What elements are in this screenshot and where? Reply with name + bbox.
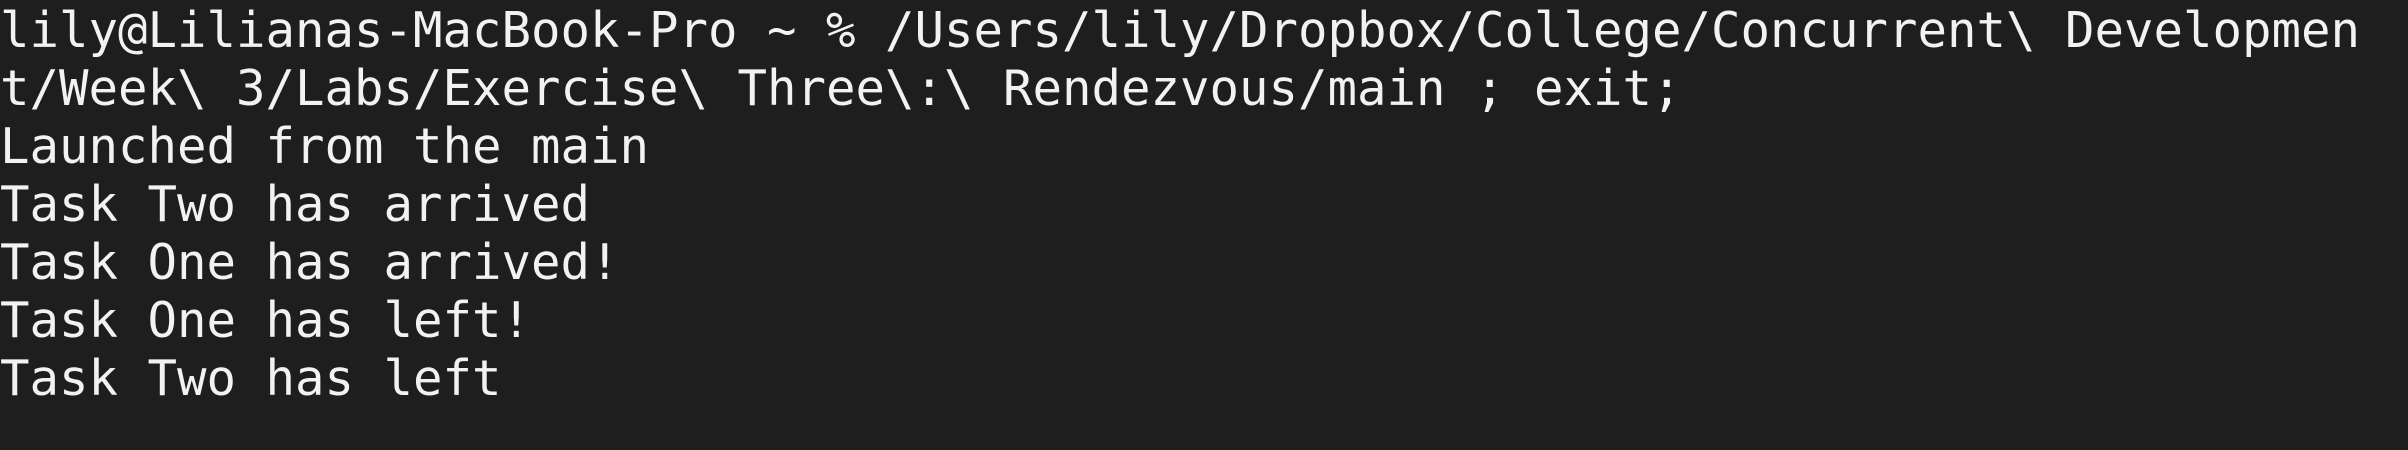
- output-line-task-one-arrived: Task One has arrived!: [0, 234, 620, 291]
- terminal-output[interactable]: lily@Lilianas-MacBook-Pro ~ % /Users/lil…: [0, 0, 2408, 450]
- command-line-part-2: t/Week\ 3/Labs/Exercise\ Three\:\ Rendez…: [0, 60, 1682, 117]
- command-line-part-1: lily@Lilianas-MacBook-Pro ~ % /Users/lil…: [0, 2, 2361, 59]
- output-line-task-two-arrived: Task Two has arrived: [0, 176, 591, 233]
- output-line-task-two-left: Task Two has left: [0, 350, 502, 407]
- output-line-launched: Launched from the main: [0, 118, 650, 175]
- output-line-task-one-left: Task One has left!: [0, 292, 532, 349]
